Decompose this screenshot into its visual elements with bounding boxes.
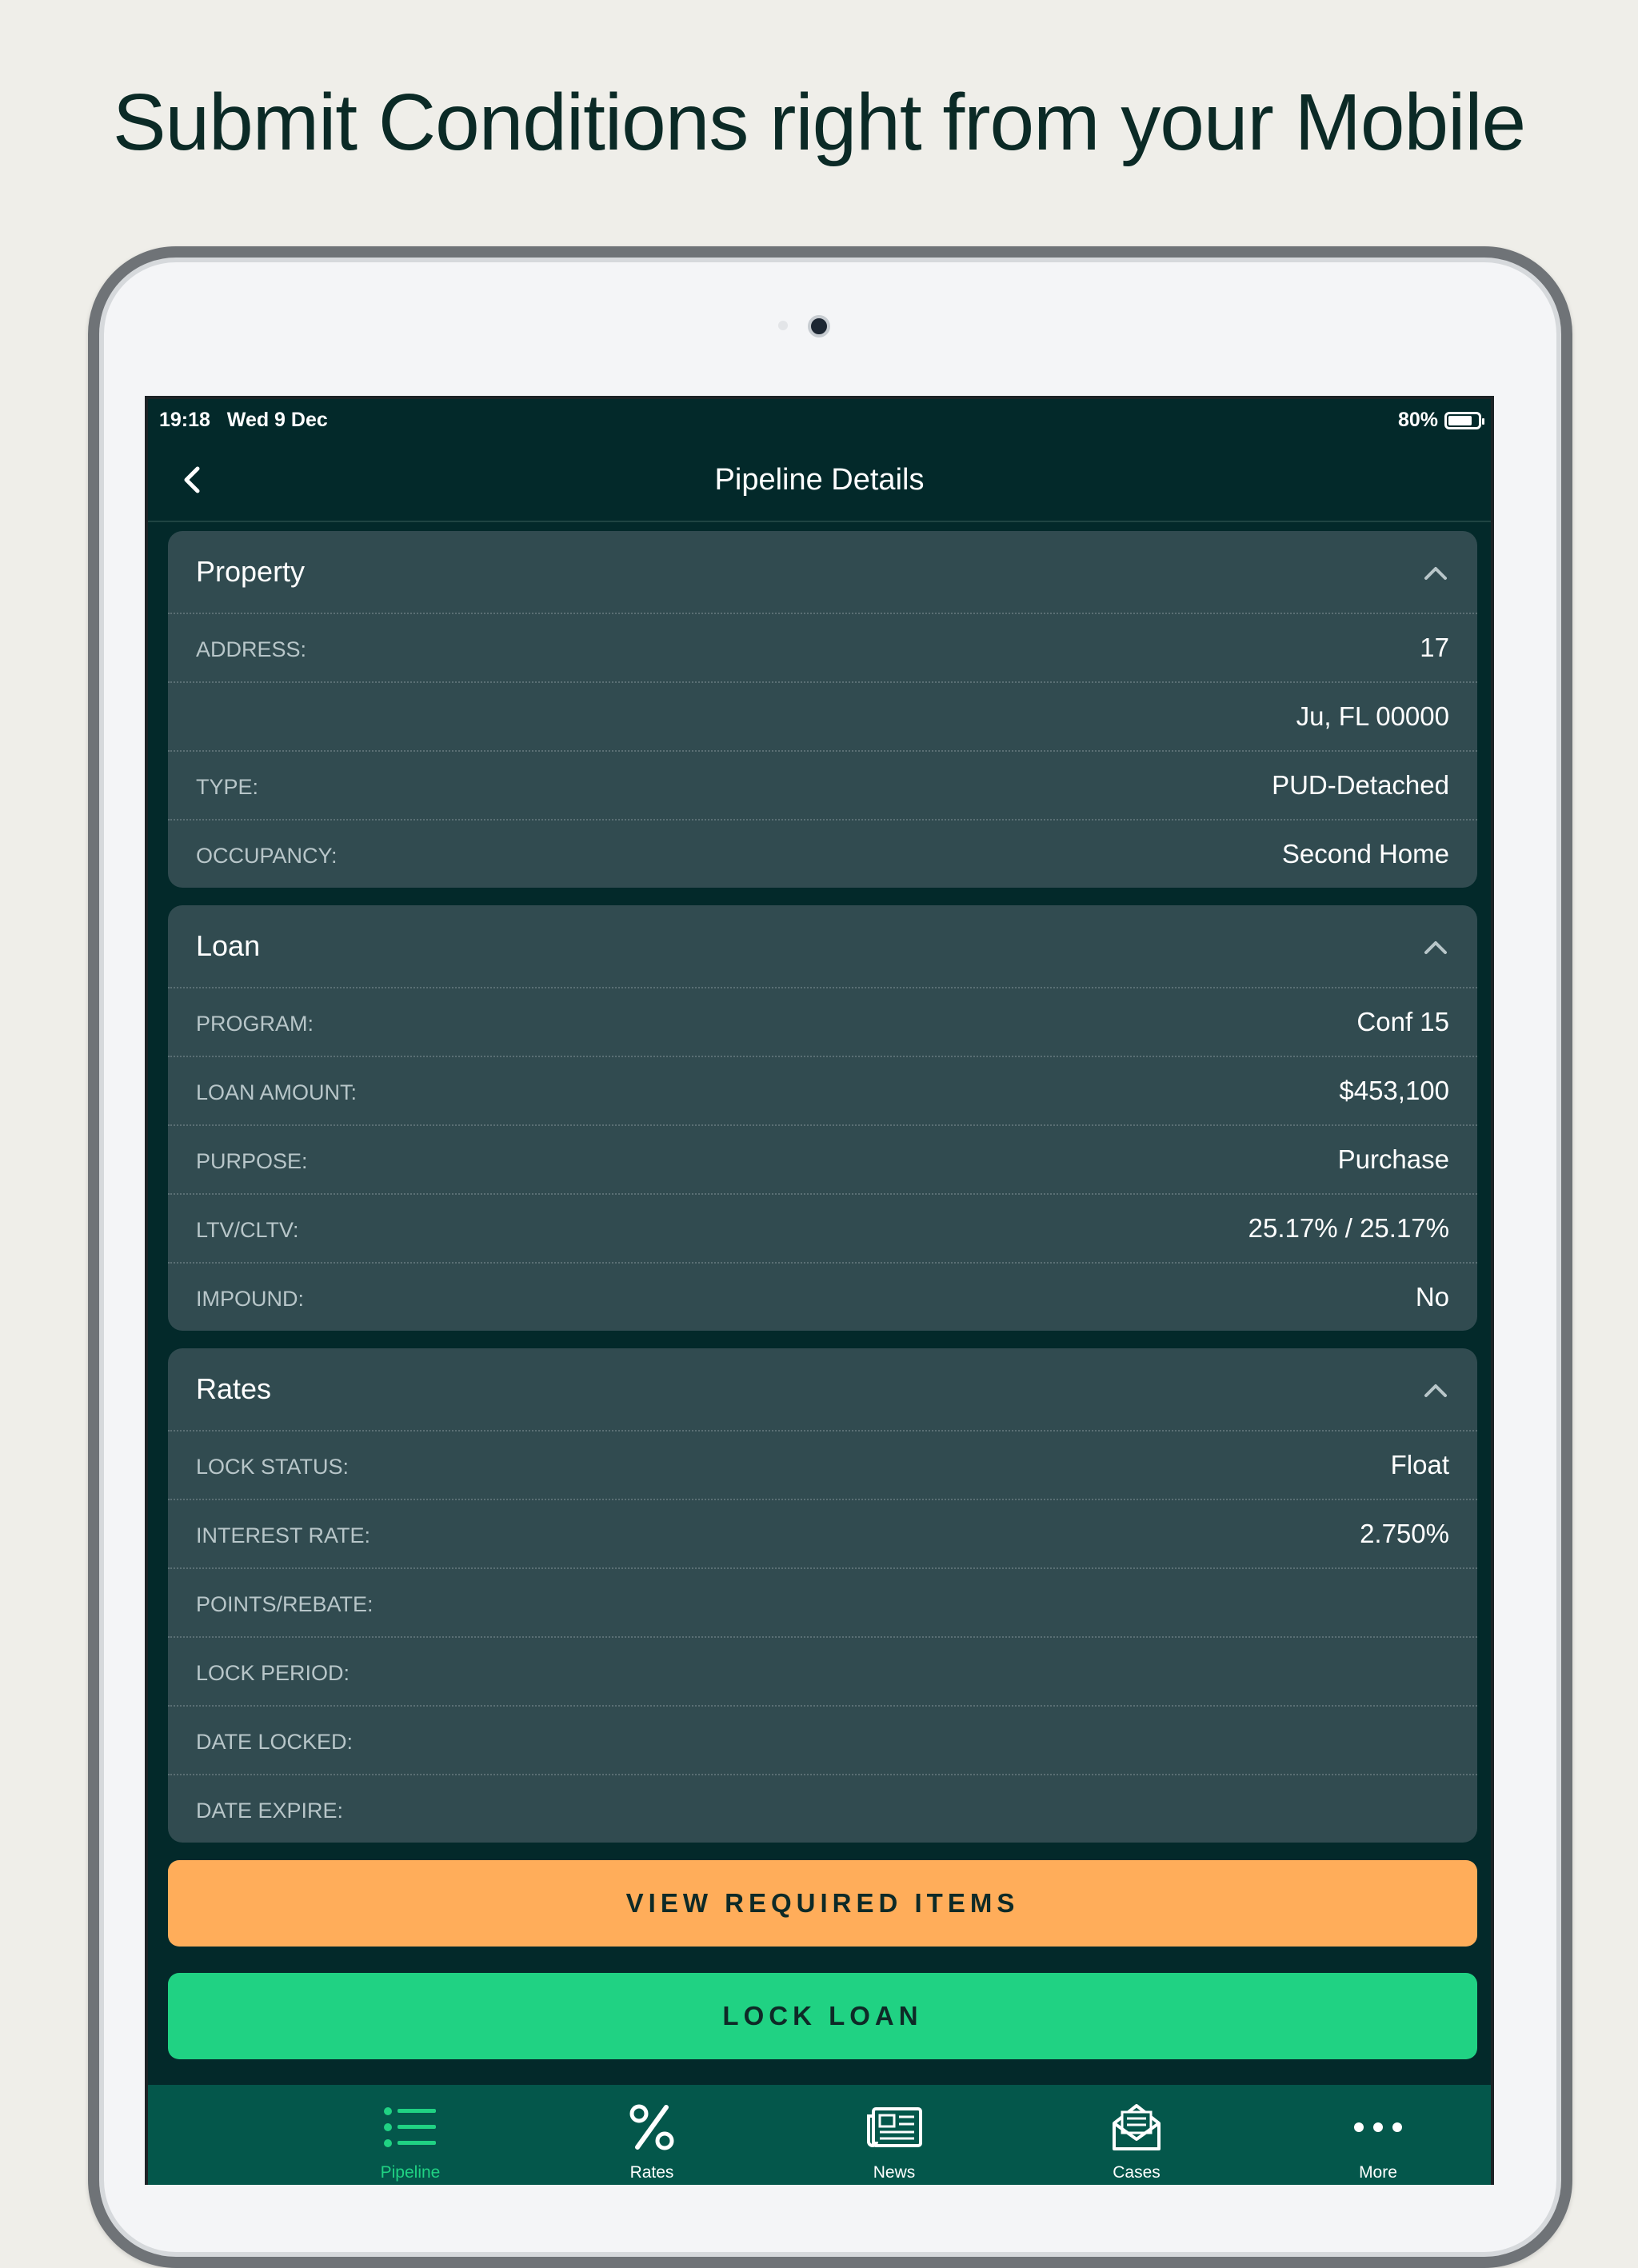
tab-label-pipeline: Pipeline bbox=[380, 2163, 441, 2182]
address-label: ADDRESS: bbox=[196, 637, 307, 661]
loan-card: Loan PROGRAM: Conf 15 LOAN AMOUNT: $453,… bbox=[168, 905, 1477, 1331]
page-title: Pipeline Details bbox=[714, 463, 925, 497]
tab-label-more: More bbox=[1359, 2163, 1397, 2182]
type-label: TYPE: bbox=[196, 775, 259, 799]
status-bar: 19:18 Wed 9 Dec 80% bbox=[148, 399, 1491, 439]
tab-label-news: News bbox=[873, 2163, 916, 2182]
list-icon bbox=[384, 2107, 436, 2147]
view-required-items-button[interactable]: VIEW REQUIRED ITEMS bbox=[168, 1860, 1477, 1947]
loan-amount-label: LOAN AMOUNT: bbox=[196, 1080, 358, 1104]
tab-label-rates: Rates bbox=[629, 2163, 674, 2182]
purpose-value: Purchase bbox=[1337, 1144, 1449, 1174]
chevron-up-icon[interactable] bbox=[1421, 558, 1450, 587]
interest-rate-row: INTEREST RATE: 2.750% bbox=[168, 1500, 1477, 1569]
newspaper-icon bbox=[867, 2107, 922, 2147]
battery-percent: 80% bbox=[1397, 409, 1438, 431]
ltv-value: 25.17% / 25.17% bbox=[1248, 1213, 1449, 1243]
tab-pipeline[interactable]: Pipeline bbox=[330, 2098, 490, 2182]
property-card-title: Property bbox=[196, 555, 306, 588]
lock-period-label: LOCK PERIOD: bbox=[196, 1661, 350, 1685]
tab-news[interactable]: News bbox=[814, 2098, 974, 2182]
battery-level bbox=[1448, 415, 1472, 425]
more-icon bbox=[1354, 2122, 1402, 2132]
headline: Submit Conditions right from your Mobile bbox=[112, 78, 1526, 167]
date-locked-label: DATE LOCKED: bbox=[196, 1730, 354, 1754]
lock-status-row: LOCK STATUS: Float bbox=[168, 1431, 1477, 1500]
occupancy-label: OCCUPANCY: bbox=[196, 844, 338, 868]
chevron-up-icon[interactable] bbox=[1421, 1376, 1450, 1404]
date-expire-row: DATE EXPIRE: bbox=[168, 1775, 1477, 1843]
sensor-dot bbox=[778, 321, 788, 330]
address-line1: 17 bbox=[1420, 633, 1449, 662]
chevron-up-icon[interactable] bbox=[1421, 932, 1450, 961]
rates-card-title: Rates bbox=[196, 1372, 272, 1405]
occupancy-value: Second Home bbox=[1281, 839, 1449, 868]
lock-loan-button[interactable]: LOCK LOAN bbox=[168, 1973, 1477, 2059]
interest-rate-label: INTEREST RATE: bbox=[196, 1523, 371, 1547]
battery-icon bbox=[1444, 411, 1484, 429]
lock-period-row: LOCK PERIOD: bbox=[168, 1638, 1477, 1707]
tab-label-cases: Cases bbox=[1113, 2163, 1161, 2182]
program-label: PROGRAM: bbox=[196, 1012, 314, 1036]
tab-rates[interactable]: Rates bbox=[572, 2098, 732, 2182]
program-row: PROGRAM: Conf 15 bbox=[168, 988, 1477, 1057]
front-camera bbox=[808, 315, 830, 337]
rates-card: Rates LOCK STATUS: Float INTEREST RATE: … bbox=[168, 1348, 1477, 1843]
loan-card-title: Loan bbox=[196, 929, 261, 962]
lock-status-label: LOCK STATUS: bbox=[196, 1455, 350, 1479]
status-battery-group: 80% bbox=[1397, 409, 1484, 432]
purpose-label: PURPOSE: bbox=[196, 1149, 308, 1173]
address-row-2: Ju, FL 00000 bbox=[168, 683, 1477, 752]
status-time-date: 19:18 Wed 9 Dec bbox=[159, 409, 328, 432]
address-line2: Ju, FL 00000 bbox=[1296, 701, 1449, 731]
nav-bar: Pipeline Details bbox=[148, 439, 1491, 522]
type-row: TYPE: PUD-Detached bbox=[168, 752, 1477, 821]
interest-rate-value: 2.750% bbox=[1360, 1519, 1449, 1548]
impound-value: No bbox=[1415, 1282, 1449, 1312]
status-date: Wed 9 Dec bbox=[226, 409, 328, 431]
loan-amount-value: $453,100 bbox=[1339, 1076, 1449, 1105]
date-expire-label: DATE EXPIRE: bbox=[196, 1799, 344, 1823]
details-content: Property ADDRESS: 17 Ju, FL 00000 TYPE: … bbox=[168, 531, 1477, 2059]
status-time: 19:18 bbox=[159, 409, 210, 431]
ltv-row: LTV/CLTV: 25.17% / 25.17% bbox=[168, 1195, 1477, 1264]
occupancy-row: OCCUPANCY: Second Home bbox=[168, 821, 1477, 888]
impound-row: IMPOUND: No bbox=[168, 1264, 1477, 1331]
rates-card-header[interactable]: Rates bbox=[168, 1348, 1477, 1431]
points-rebate-label: POINTS/REBATE: bbox=[196, 1592, 374, 1616]
program-value: Conf 15 bbox=[1356, 1007, 1449, 1036]
points-rebate-row: POINTS/REBATE: bbox=[168, 1569, 1477, 1638]
date-locked-row: DATE LOCKED: bbox=[168, 1707, 1477, 1775]
percent-icon bbox=[629, 2104, 674, 2150]
lock-status-value: Float bbox=[1390, 1450, 1449, 1479]
tab-more[interactable]: More bbox=[1298, 2098, 1458, 2182]
address-row: ADDRESS: 17 bbox=[168, 614, 1477, 683]
property-card-header[interactable]: Property bbox=[168, 531, 1477, 614]
purpose-row: PURPOSE: Purchase bbox=[168, 1126, 1477, 1195]
envelope-icon bbox=[1113, 2104, 1161, 2150]
impound-label: IMPOUND: bbox=[196, 1287, 304, 1311]
tab-bar: Pipeline Rates News Cases More bbox=[148, 2085, 1491, 2185]
tab-cases[interactable]: Cases bbox=[1057, 2098, 1217, 2182]
loan-card-header[interactable]: Loan bbox=[168, 905, 1477, 988]
type-value: PUD-Detached bbox=[1272, 770, 1449, 800]
ltv-label: LTV/CLTV: bbox=[196, 1218, 299, 1242]
loan-amount-row: LOAN AMOUNT: $453,100 bbox=[168, 1057, 1477, 1126]
app-screen: 19:18 Wed 9 Dec 80% Pipeline Details Pro… bbox=[145, 396, 1494, 2185]
property-card: Property ADDRESS: 17 Ju, FL 00000 TYPE: … bbox=[168, 531, 1477, 888]
